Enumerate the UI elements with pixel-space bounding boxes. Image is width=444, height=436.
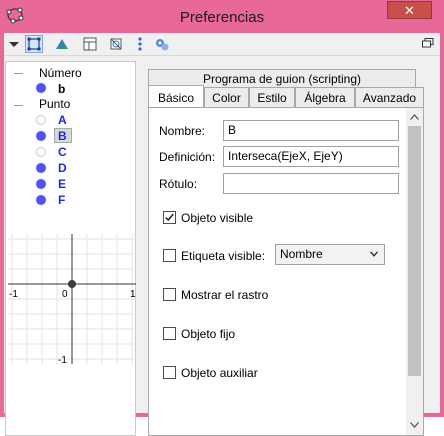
show-label-checkbox[interactable] [163, 249, 176, 262]
scrollbar-thumb[interactable] [408, 126, 421, 376]
close-button[interactable]: ✕ [387, 1, 432, 19]
x-tick-neg1: -1 [9, 289, 18, 300]
definition-label: Definición: [159, 150, 216, 164]
tab-strip: Básico Color Estilo Álgebra Avanzado [148, 85, 424, 108]
basic-tab-content: Nombre: B Definición: Interseca(EjeX, Ej… [148, 107, 424, 436]
show-object-checkbox[interactable] [163, 211, 176, 224]
title-bar[interactable]: Preferencias ✕ [0, 0, 444, 36]
tree-item-f[interactable]: F [58, 193, 65, 207]
name-field[interactable]: B [223, 120, 399, 141]
auxiliary-checkbox[interactable] [163, 366, 176, 379]
tree-item-a[interactable]: A [58, 113, 67, 127]
tree-item-b[interactable]: b [58, 82, 65, 96]
trace-checkbox[interactable] [163, 288, 176, 301]
visibility-dot-b-point[interactable] [36, 131, 46, 141]
tree-group-punto[interactable]: Punto [39, 97, 70, 111]
visibility-dot-c[interactable] [36, 147, 46, 157]
tree-line [14, 73, 23, 74]
label-mode-value: Nombre [280, 247, 323, 261]
trace-label: Mostrar el rastro [181, 288, 269, 302]
toolbar [4, 33, 440, 56]
chevron-down-icon [370, 251, 378, 257]
visibility-dot-b[interactable] [36, 83, 46, 93]
object-tree-panel: Número b Punto A B C D E F -1 0 1 -1 [5, 61, 136, 436]
preferences-window: Preferencias ✕ Número b Punto A B C D E … [0, 0, 444, 436]
auxiliary-label: Objeto auxiliar [181, 366, 258, 380]
x-tick-zero: 0 [62, 289, 68, 300]
name-label: Nombre: [159, 124, 206, 138]
properties-area: Programa de guion (scripting) Básico Col… [140, 61, 440, 436]
show-label-label: Etiqueta visible: [181, 249, 266, 263]
tab-color[interactable]: Color [204, 87, 249, 107]
checkmark-icon [165, 213, 174, 222]
tree-line [14, 105, 23, 106]
caption-field[interactable] [223, 173, 399, 194]
fixed-label: Objeto fijo [181, 327, 236, 341]
tab-estilo[interactable]: Estilo [249, 87, 295, 107]
window-title: Preferencias [179, 9, 265, 26]
graphics-preview: -1 0 1 -1 [8, 234, 136, 364]
tab-algebra[interactable]: Álgebra [295, 87, 355, 107]
vertical-scrollbar[interactable] [406, 108, 423, 435]
restore-panel-icon[interactable] [422, 38, 434, 48]
menu-arrow-icon[interactable] [6, 36, 22, 52]
tree-item-c[interactable]: C [58, 145, 67, 159]
label-mode-select[interactable]: Nombre [275, 244, 385, 265]
layout-icon[interactable] [82, 36, 98, 52]
definition-field[interactable]: Interseca(EjeX, EjeY) [223, 146, 399, 167]
visibility-dot-d[interactable] [36, 163, 46, 173]
advanced-settings-icon[interactable] [154, 36, 170, 52]
x-tick-1: 1 [130, 289, 136, 300]
tree-item-d[interactable]: D [58, 161, 67, 175]
tree-group-numero[interactable]: Número [39, 66, 82, 80]
visibility-dot-f[interactable] [36, 195, 46, 205]
visibility-dot-e[interactable] [36, 179, 46, 189]
fixed-checkbox[interactable] [163, 327, 176, 340]
select-object-icon[interactable] [25, 35, 43, 53]
caption-label: Rótulo: [159, 177, 198, 191]
layers-icon[interactable] [54, 36, 70, 52]
visibility-dot-a[interactable] [36, 115, 46, 125]
y-tick-neg1: -1 [58, 355, 67, 364]
vertical-dots-icon[interactable] [132, 36, 148, 52]
point-b-marker [68, 280, 76, 288]
scroll-down-icon[interactable] [410, 422, 419, 428]
show-object-label: Objeto visible [181, 211, 254, 225]
window-client: Número b Punto A B C D E F -1 0 1 -1 Pro… [4, 33, 440, 436]
tab-avanzado[interactable]: Avanzado [355, 87, 424, 107]
graphics-settings-icon[interactable] [108, 36, 124, 52]
scroll-up-icon[interactable] [410, 114, 419, 120]
tree-item-b-point[interactable]: B [58, 129, 67, 143]
tree-item-e[interactable]: E [58, 177, 66, 191]
tab-basico[interactable]: Básico [148, 85, 204, 108]
